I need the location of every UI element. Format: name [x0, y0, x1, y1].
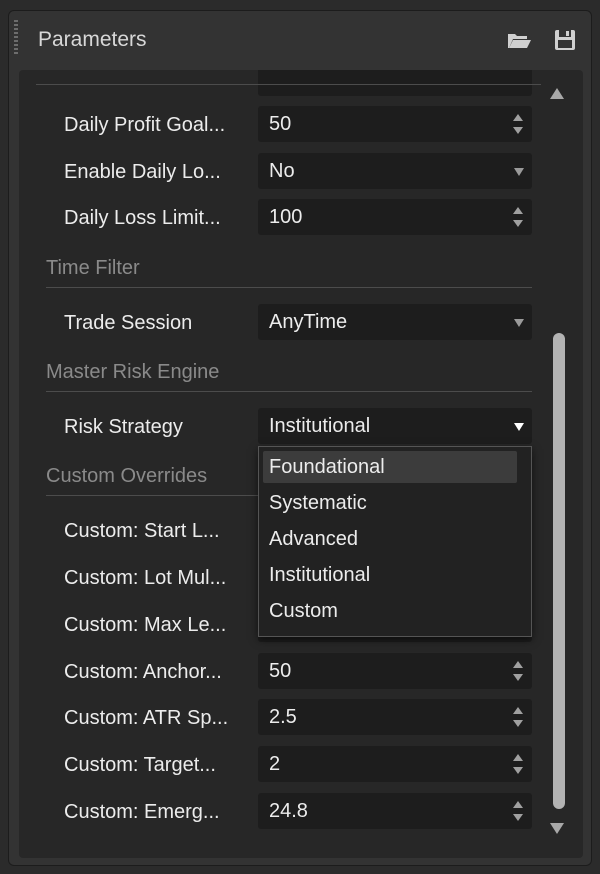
spinner-icon[interactable]: [512, 661, 524, 683]
risk-strategy-select[interactable]: Institutional: [258, 408, 532, 444]
custom-emergency-label: Custom: Emerg...: [64, 801, 220, 823]
enable-daily-loss-select[interactable]: No: [258, 153, 532, 189]
panel-title: Parameters: [38, 28, 147, 51]
scroll-down-arrow-icon[interactable]: [550, 823, 564, 834]
folder-open-icon[interactable]: [506, 28, 532, 52]
option-institutional[interactable]: Institutional: [263, 559, 517, 591]
custom-start-label: Custom: Start L...: [64, 520, 220, 542]
custom-anchor-input[interactable]: 50: [258, 653, 532, 689]
custom-lot-multiplier-label: Custom: Lot Mul...: [64, 567, 227, 589]
daily-profit-goal-input[interactable]: 50: [258, 106, 532, 142]
divider: [36, 84, 541, 85]
divider: [46, 391, 532, 392]
custom-max-label: Custom: Max Le...: [64, 614, 227, 636]
daily-loss-limit-label: Daily Loss Limit...: [64, 207, 221, 229]
custom-target-label: Custom: Target...: [64, 754, 216, 776]
option-foundational[interactable]: Foundational: [263, 451, 517, 483]
option-advanced[interactable]: Advanced: [263, 523, 517, 555]
section-master-risk-engine: Master Risk Engine: [46, 361, 220, 383]
floppy-disk-icon[interactable]: [552, 28, 578, 52]
scrollbar-thumb[interactable]: [553, 333, 565, 809]
custom-atr-spread-input[interactable]: 2.5: [258, 699, 532, 735]
risk-strategy-label: Risk Strategy: [64, 416, 183, 438]
scroll-up-arrow-icon[interactable]: [550, 88, 564, 99]
option-custom[interactable]: Custom: [263, 595, 517, 627]
trade-session-select[interactable]: AnyTime: [258, 304, 532, 340]
custom-target-input[interactable]: 2: [258, 746, 532, 782]
option-systematic[interactable]: Systematic: [263, 487, 517, 519]
chevron-down-icon: [514, 319, 524, 327]
section-custom-overrides: Custom Overrides: [46, 465, 208, 487]
daily-loss-limit-input[interactable]: 100: [258, 199, 532, 235]
risk-strategy-dropdown: Foundational Systematic Advanced Institu…: [258, 446, 532, 637]
enable-daily-loss-label: Enable Daily Lo...: [64, 161, 221, 183]
section-time-filter: Time Filter: [46, 257, 140, 279]
chevron-down-icon: [514, 168, 524, 176]
spinner-icon[interactable]: [512, 114, 524, 136]
custom-atr-spread-label: Custom: ATR Sp...: [64, 707, 229, 729]
partial-field[interactable]: [258, 70, 532, 96]
chevron-down-icon: [514, 423, 524, 431]
divider: [46, 287, 532, 288]
custom-emergency-input[interactable]: 24.8: [258, 793, 532, 829]
spinner-icon[interactable]: [512, 207, 524, 229]
spinner-icon[interactable]: [512, 707, 524, 729]
spinner-icon[interactable]: [512, 754, 524, 776]
daily-profit-goal-label: Daily Profit Goal...: [64, 114, 226, 136]
custom-anchor-label: Custom: Anchor...: [64, 661, 222, 683]
trade-session-label: Trade Session: [64, 312, 193, 334]
drag-grip-handle[interactable]: [14, 20, 18, 54]
spinner-icon[interactable]: [512, 801, 524, 823]
